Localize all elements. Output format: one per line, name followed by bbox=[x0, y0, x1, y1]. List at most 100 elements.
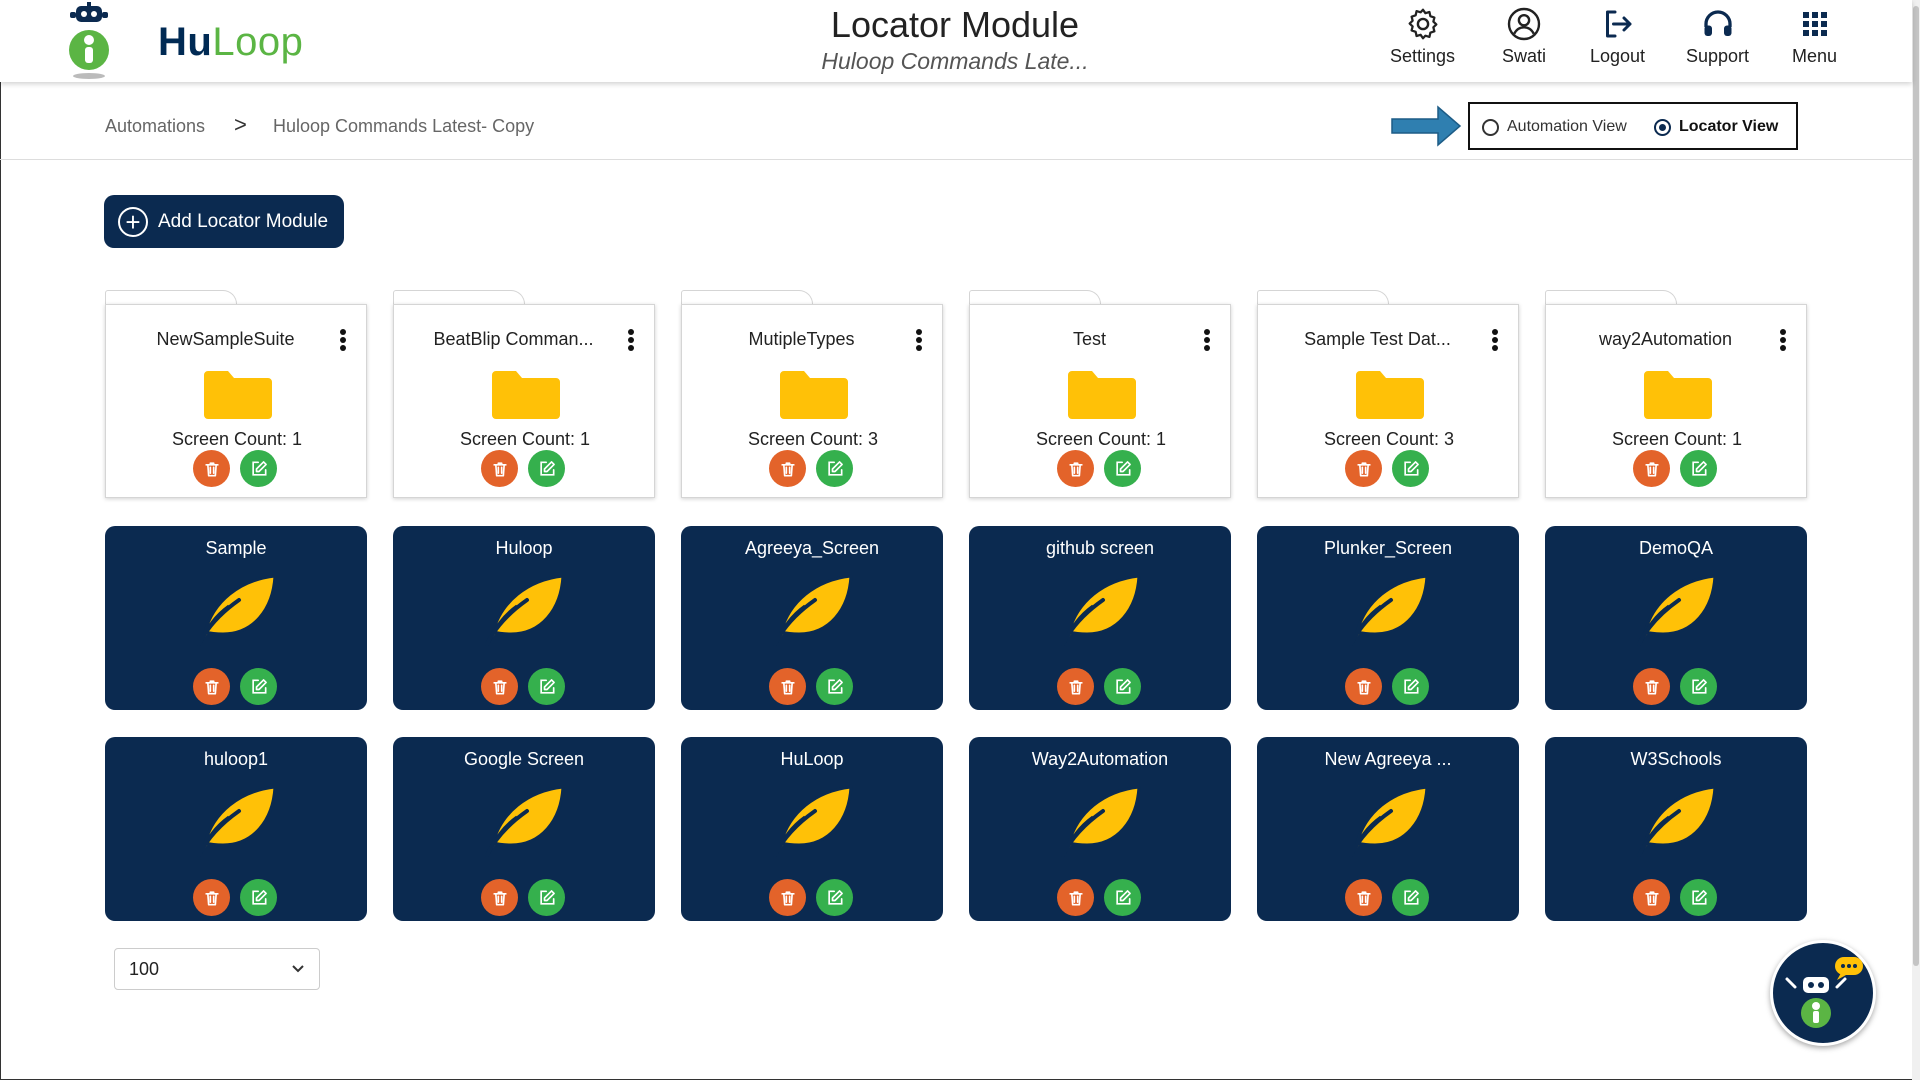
delete-button[interactable] bbox=[1057, 450, 1094, 487]
nav-menu[interactable]: Menu bbox=[1792, 6, 1837, 67]
delete-button[interactable] bbox=[1345, 668, 1382, 705]
screen-card[interactable]: Agreeya_Screen bbox=[681, 526, 943, 710]
nav-user[interactable]: Swati bbox=[1502, 6, 1546, 67]
trash-icon bbox=[1356, 461, 1371, 476]
screen-title: github screen bbox=[1045, 538, 1155, 558]
radio-automation-view[interactable]: Automation View bbox=[1482, 118, 1627, 136]
delete-button[interactable] bbox=[193, 450, 230, 487]
top-header: HuLoop Locator Module Huloop Commands La… bbox=[0, 0, 1912, 82]
screen-count-label: Screen Count: bbox=[747, 429, 869, 449]
delete-button[interactable] bbox=[193, 668, 230, 705]
more-options-icon[interactable] bbox=[626, 329, 636, 353]
edit-button[interactable] bbox=[816, 668, 853, 705]
edit-button[interactable] bbox=[240, 450, 277, 487]
chevron-down-icon bbox=[292, 965, 304, 973]
screen-title: Huloop bbox=[495, 538, 553, 558]
folder-card[interactable]: Sample Test Dat... Screen Count: 3 bbox=[1257, 290, 1519, 498]
folder-card[interactable]: Test Screen Count: 1 bbox=[969, 290, 1231, 498]
edit-icon bbox=[251, 889, 267, 905]
delete-button[interactable] bbox=[769, 879, 806, 916]
delete-button[interactable] bbox=[769, 668, 806, 705]
edit-button[interactable] bbox=[1392, 879, 1429, 916]
edit-button[interactable] bbox=[1680, 450, 1717, 487]
folder-card[interactable]: NewSampleSuite Screen Count: 1 bbox=[105, 290, 367, 498]
folder-card[interactable]: BeatBlip Comman... Screen Count: 1 bbox=[393, 290, 655, 498]
headset-icon bbox=[1703, 10, 1732, 36]
more-options-icon[interactable] bbox=[1202, 329, 1212, 353]
delete-button[interactable] bbox=[1345, 879, 1382, 916]
screen-card[interactable]: Huloop bbox=[393, 526, 655, 710]
edit-button[interactable] bbox=[528, 668, 565, 705]
folder-icon bbox=[490, 365, 562, 426]
page-title: Locator Module bbox=[830, 4, 1080, 45]
edit-button[interactable] bbox=[1680, 668, 1717, 705]
leaf-icon bbox=[483, 572, 567, 653]
edit-button[interactable] bbox=[1392, 450, 1429, 487]
screen-card[interactable]: Way2Automation bbox=[969, 737, 1231, 921]
trash-icon bbox=[780, 461, 795, 476]
add-locator-module-button[interactable]: + Add Locator Module bbox=[104, 195, 344, 248]
huloop-logo[interactable]: HuLoop bbox=[48, 2, 303, 80]
breadcrumb-automations[interactable]: Automations bbox=[105, 116, 205, 137]
plus-circle-icon: + bbox=[118, 206, 148, 237]
edit-button[interactable] bbox=[816, 879, 853, 916]
nav-settings[interactable]: Settings bbox=[1390, 6, 1455, 67]
screen-card[interactable]: github screen bbox=[969, 526, 1231, 710]
nav-logout[interactable]: Logout bbox=[1590, 6, 1645, 67]
edit-button[interactable] bbox=[816, 450, 853, 487]
screen-title: huloop1 bbox=[203, 749, 269, 769]
edit-button[interactable] bbox=[1104, 450, 1141, 487]
more-options-icon[interactable] bbox=[914, 329, 924, 353]
trash-icon bbox=[204, 679, 219, 694]
screen-card[interactable]: Plunker_Screen bbox=[1257, 526, 1519, 710]
delete-button[interactable] bbox=[1345, 450, 1382, 487]
edit-button[interactable] bbox=[1104, 879, 1141, 916]
delete-button[interactable] bbox=[1057, 668, 1094, 705]
folder-card[interactable]: way2Automation Screen Count: 1 bbox=[1545, 290, 1807, 498]
delete-button[interactable] bbox=[769, 450, 806, 487]
edit-button[interactable] bbox=[528, 879, 565, 916]
delete-button[interactable] bbox=[1633, 668, 1670, 705]
more-options-icon[interactable] bbox=[1778, 329, 1788, 353]
screen-card[interactable]: New Agreeya ... bbox=[1257, 737, 1519, 921]
nav-user-label: Swati bbox=[1502, 46, 1547, 66]
delete-button[interactable] bbox=[1633, 879, 1670, 916]
more-options-icon[interactable] bbox=[1490, 329, 1500, 353]
edit-button[interactable] bbox=[1680, 879, 1717, 916]
nav-support[interactable]: Support bbox=[1686, 6, 1749, 67]
leaf-icon bbox=[1347, 572, 1431, 653]
screen-card[interactable]: Sample bbox=[105, 526, 367, 710]
edit-button[interactable] bbox=[1392, 668, 1429, 705]
delete-button[interactable] bbox=[1057, 879, 1094, 916]
screen-actions bbox=[193, 668, 277, 705]
delete-button[interactable] bbox=[481, 450, 518, 487]
page-size-select[interactable]: 100 bbox=[114, 948, 320, 990]
screen-card[interactable]: W3Schools bbox=[1545, 737, 1807, 921]
edit-button[interactable] bbox=[528, 450, 565, 487]
delete-button[interactable] bbox=[481, 879, 518, 916]
delete-button[interactable] bbox=[1633, 450, 1670, 487]
screen-card[interactable]: huloop1 bbox=[105, 737, 367, 921]
more-options-icon[interactable] bbox=[338, 329, 348, 353]
page-size-value: 100 bbox=[129, 958, 160, 979]
leaf-icon bbox=[1059, 572, 1143, 653]
radio-locator-view[interactable]: Locator View bbox=[1654, 118, 1778, 136]
robot-logo-icon bbox=[69, 2, 109, 79]
delete-button[interactable] bbox=[193, 879, 230, 916]
radio-automation-view-label: Automation View bbox=[1507, 118, 1627, 135]
chatbot-button[interactable] bbox=[1770, 940, 1876, 1046]
folder-card[interactable]: MutipleTypes Screen Count: 3 bbox=[681, 290, 943, 498]
arrow-right-icon bbox=[1391, 105, 1462, 147]
edit-button[interactable] bbox=[240, 668, 277, 705]
screen-card[interactable]: DemoQA bbox=[1545, 526, 1807, 710]
edit-button[interactable] bbox=[1104, 668, 1141, 705]
edit-icon bbox=[539, 460, 555, 476]
screen-card[interactable]: HuLoop bbox=[681, 737, 943, 921]
screen-title: W3Schools bbox=[1630, 749, 1722, 769]
edit-button[interactable] bbox=[240, 879, 277, 916]
screen-card[interactable]: Google Screen bbox=[393, 737, 655, 921]
delete-button[interactable] bbox=[481, 668, 518, 705]
screen-actions bbox=[1633, 879, 1717, 916]
user-icon bbox=[1507, 7, 1541, 41]
scrollbar-thumb[interactable] bbox=[1913, 6, 1919, 966]
